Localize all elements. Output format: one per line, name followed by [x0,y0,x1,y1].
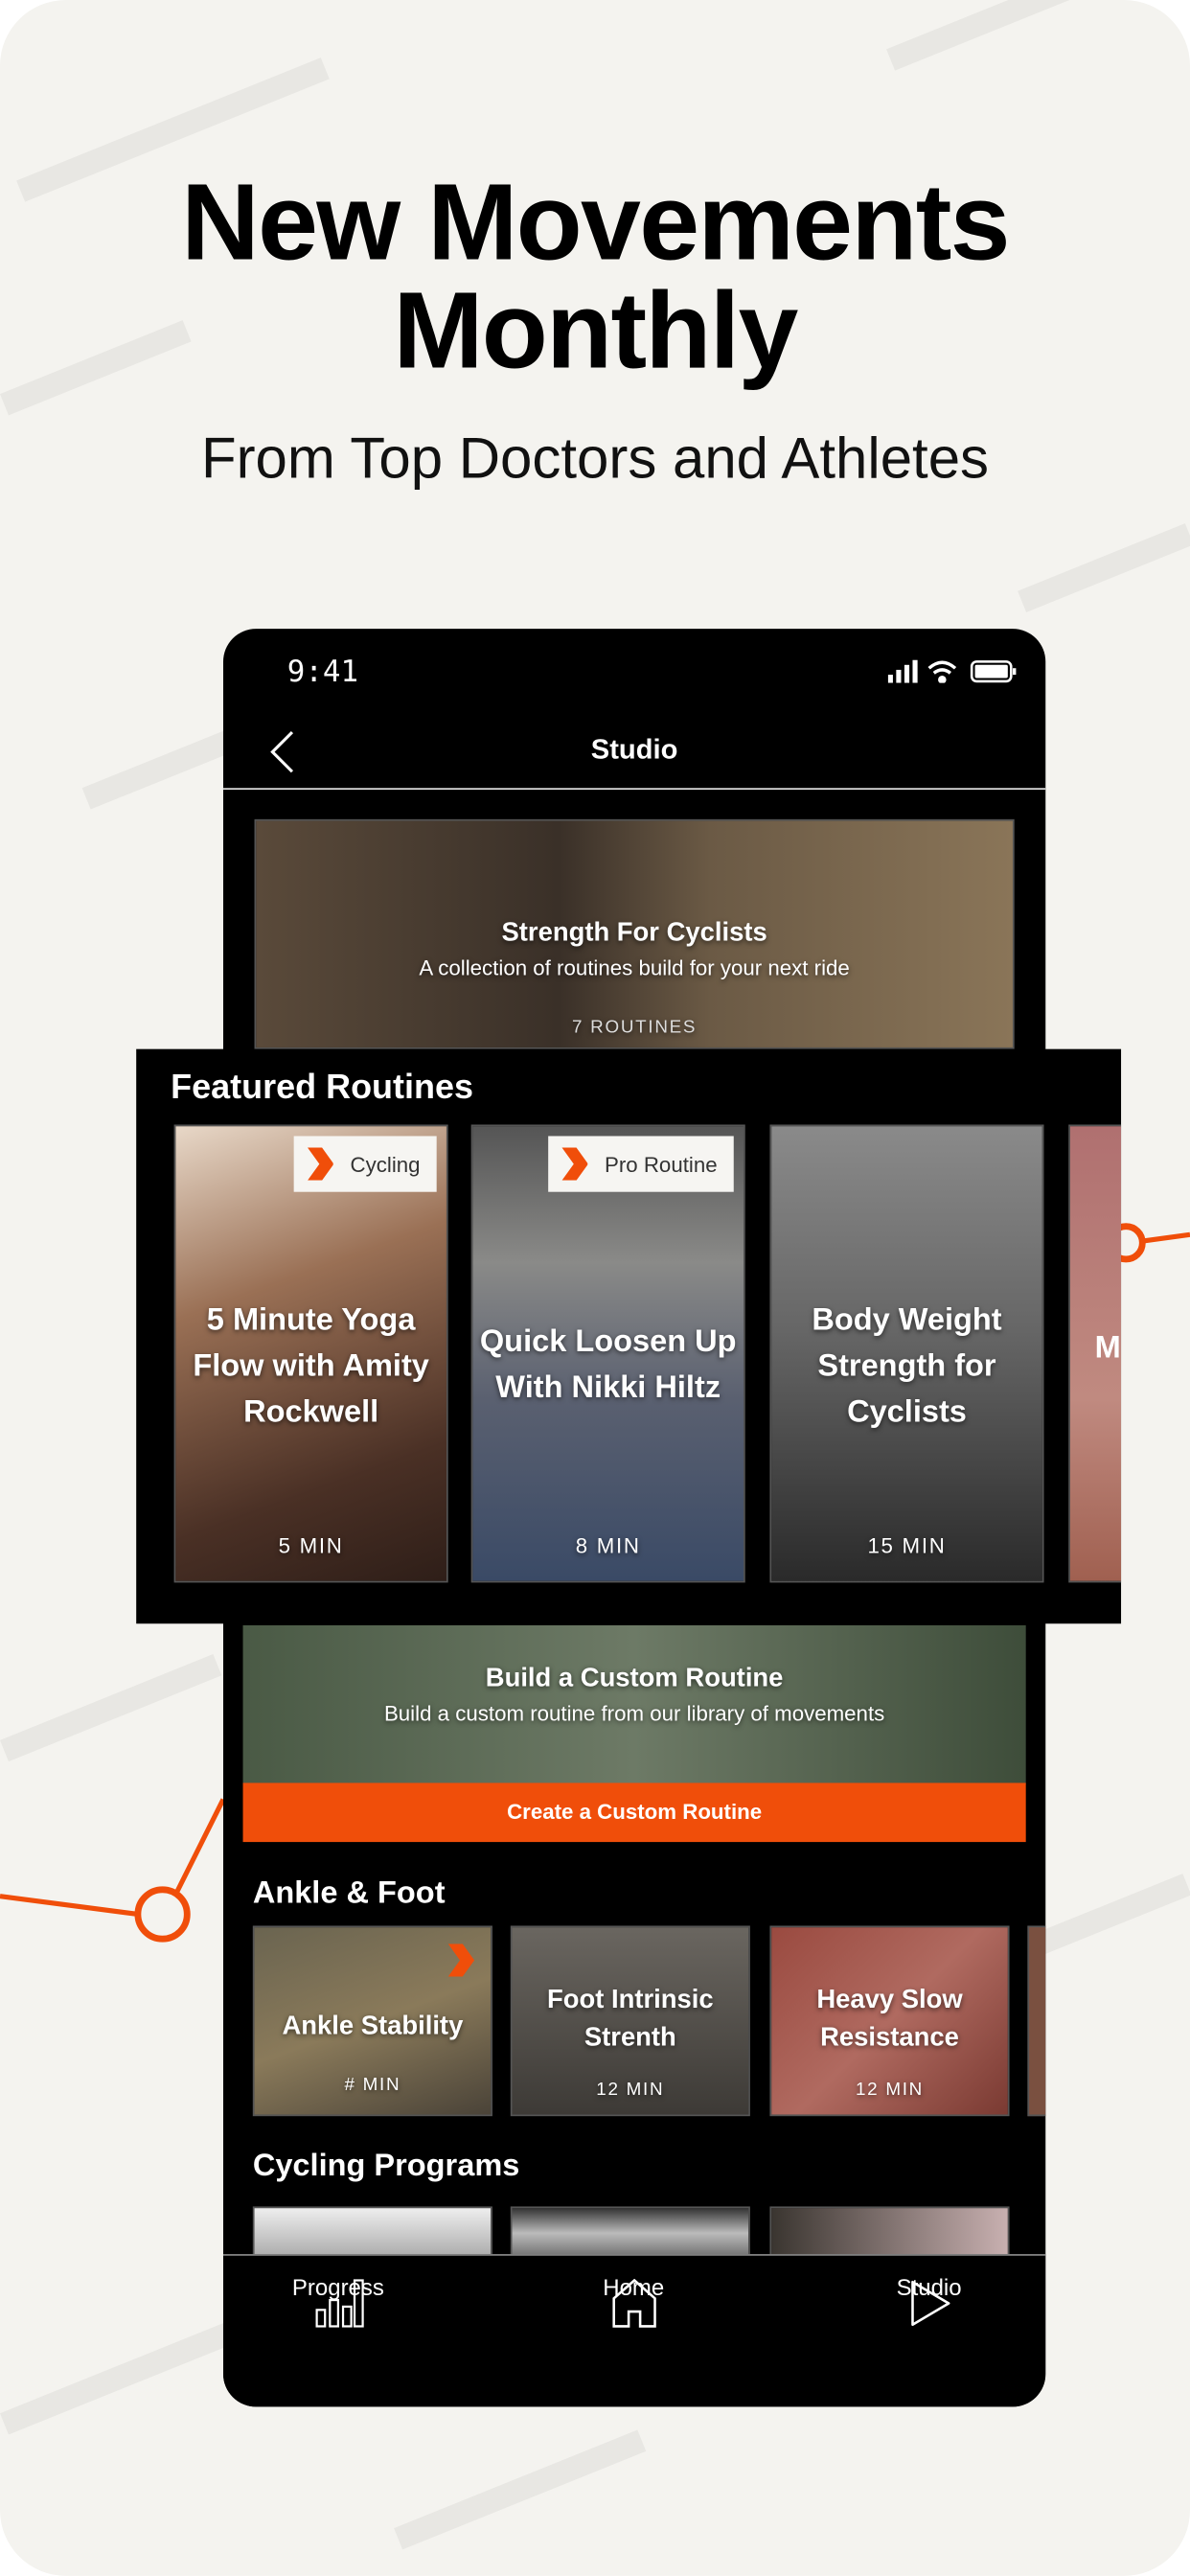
featured-card[interactable]: Cycling 5 Minute Yoga Flow with Amity Ro… [173,1124,448,1583]
signal-icon [887,659,918,683]
card-title: 5 Minute Yoga Flow with Amity Rockwell [193,1303,429,1431]
tab-studio[interactable]: Studio [831,2274,1028,2300]
wifi-icon [927,660,957,683]
card-title: Foot Intrinsic Strenth [547,1986,714,2053]
hero-subtitle: A collection of routines build for your … [419,955,850,980]
card-duration: 12 MIN [596,2080,665,2101]
nav-divider [222,788,1046,791]
card-title: Quick Loosen Up With Nikki Hiltz [479,1324,737,1406]
card-duration: 8 MIN [575,1533,641,1558]
headline-line-2: Monthly [393,268,798,391]
card-title: M [1094,1331,1121,1367]
card-duration: 15 MIN [867,1533,947,1558]
ankle-card-partial[interactable] [1027,1925,1046,2117]
hero-count: 7 ROUTINES [571,1018,698,1038]
badge-label: Pro Routine [605,1151,718,1177]
app-store-screenshot: New Movements Monthly From Top Doctors a… [0,0,1190,2576]
custom-routine-card[interactable]: Build a Custom Routine Build a custom ro… [242,1624,1026,1785]
headline-subtitle: From Top Doctors and Athletes [200,426,990,492]
custom-title: Build a Custom Routine [485,1665,784,1693]
tab-home[interactable]: Home [535,2274,732,2300]
ankle-card[interactable]: Heavy Slow Resistance 12 MIN [769,1925,1010,2117]
status-time: 9:41 [286,655,359,690]
nav-title: Studio [590,733,678,766]
ankle-section-title: Ankle & Foot [252,1876,446,1912]
orange-chevron-icon [561,1147,588,1181]
category-badge: Pro Routine [548,1136,734,1192]
badge-label: Cycling [350,1151,421,1177]
featured-routines-panel: Featured Routines Cycling 5 Minute Yoga … [136,1048,1122,1624]
featured-card-partial[interactable]: M [1068,1124,1122,1583]
custom-subtitle: Build a custom routine from our library … [383,1700,885,1726]
cycling-section-title: Cycling Programs [252,2149,520,2184]
card-title: Body Weight Strength for Cyclists [812,1303,1002,1431]
card-duration: 12 MIN [855,2080,925,2101]
ankle-card[interactable]: Foot Intrinsic Strenth 12 MIN [510,1925,750,2117]
hero-title: Strength For Cyclists [501,919,767,948]
category-badge: Cycling [294,1136,437,1192]
card-title: Ankle Stability [282,2012,464,2041]
create-custom-routine-button[interactable]: Create a Custom Routine [242,1782,1026,1843]
hero-card-strength-for-cyclists[interactable]: Strength For Cyclists A collection of ro… [254,818,1015,1049]
featured-card[interactable]: Pro Routine Quick Loosen Up With Nikki H… [470,1124,745,1583]
headline-line-1: New Movements [181,160,1010,283]
status-icons [887,659,1017,683]
orange-chevron-icon [307,1147,334,1181]
featured-title: Featured Routines [171,1069,473,1107]
tab-progress[interactable]: Progress [240,2274,437,2300]
orange-chevron-icon [447,1944,475,1977]
card-title: Heavy Slow Resistance [816,1986,963,2053]
card-duration: # MIN [344,2075,401,2095]
featured-card[interactable]: Body Weight Strength for Cyclists 15 MIN [769,1124,1044,1583]
card-duration: 5 MIN [278,1533,344,1558]
battery-icon [970,660,1017,683]
ankle-card[interactable]: Ankle Stability # MIN [252,1925,492,2117]
